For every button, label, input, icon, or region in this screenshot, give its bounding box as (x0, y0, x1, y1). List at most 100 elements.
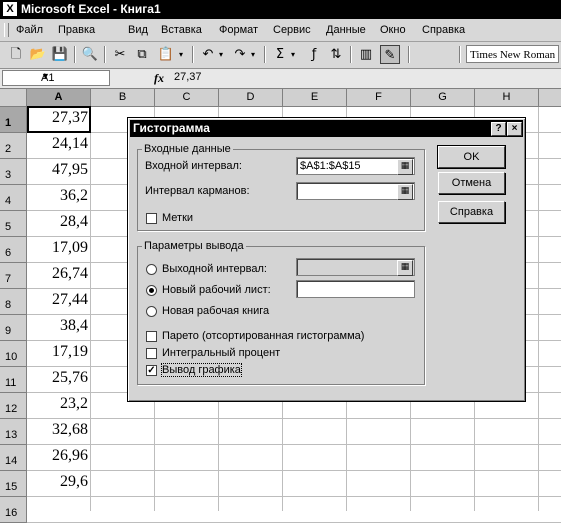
column-header-h[interactable]: H (475, 89, 539, 106)
menu-edit[interactable]: Правка (58, 24, 95, 36)
cell-a2[interactable]: 24,14 (28, 135, 90, 158)
formula-input[interactable]: 27,37 (174, 71, 202, 83)
row-header[interactable]: 12 (0, 393, 27, 419)
cumulative-percent-label[interactable]: Интегральный процент (162, 347, 280, 359)
row-header[interactable]: 14 (0, 445, 27, 471)
cell-a14[interactable]: 26,96 (28, 447, 90, 470)
drawing-icon[interactable]: ✎ (380, 45, 400, 64)
collapse-dialog-icon[interactable]: ▦ (397, 159, 413, 175)
redo-dropdown-icon[interactable]: ▾ (248, 45, 258, 64)
row-header[interactable]: 11 (0, 367, 27, 393)
paste-icon[interactable]: 📋 (156, 45, 176, 64)
chart-output-label[interactable]: Вывод графика (161, 363, 242, 377)
help-icon[interactable]: ? (491, 122, 506, 136)
copy-icon[interactable]: ⧉ (132, 45, 152, 64)
labels-checkbox[interactable] (146, 213, 157, 224)
bin-range-field[interactable]: ▦ (296, 182, 415, 200)
row-header[interactable]: 1 (0, 107, 27, 133)
output-range-label[interactable]: Выходной интервал: (162, 263, 267, 275)
new-book-radio[interactable] (146, 306, 157, 317)
collapse-dialog-icon[interactable]: ▦ (397, 260, 413, 276)
row-header[interactable]: 2 (0, 133, 27, 159)
new-sheet-label[interactable]: Новый рабочий лист: (162, 284, 271, 296)
autosum-dropdown-icon[interactable]: ▾ (288, 45, 298, 64)
output-range-field[interactable]: ▦ (296, 258, 415, 276)
collapse-dialog-icon[interactable]: ▦ (397, 184, 413, 200)
cell-a3[interactable]: 47,95 (28, 161, 90, 184)
cell-a9[interactable]: 38,4 (28, 317, 90, 340)
menu-view[interactable]: Вид (128, 24, 148, 36)
column-header-b[interactable]: B (91, 89, 155, 106)
sort-ascending-icon[interactable]: ⇅ (326, 45, 346, 64)
row-header[interactable]: 6 (0, 237, 27, 263)
cell-a7[interactable]: 26,74 (28, 265, 90, 288)
new-document-icon[interactable]: 🗋 (6, 45, 26, 64)
cell-a10[interactable]: 17,19 (28, 343, 90, 366)
new-book-label[interactable]: Новая рабочая книга (162, 305, 269, 317)
cell-a15[interactable]: 29,6 (28, 473, 90, 496)
pareto-label[interactable]: Парето (отсортированная гистограмма) (162, 330, 364, 342)
chevron-down-icon[interactable]: ▼ (41, 71, 107, 81)
undo-dropdown-icon[interactable]: ▾ (216, 45, 226, 64)
column-header-partial[interactable] (539, 89, 561, 106)
row-header[interactable]: 3 (0, 159, 27, 185)
chart-output-checkbox[interactable]: ✓ (146, 365, 157, 376)
row-header[interactable]: 10 (0, 341, 27, 367)
font-name-box[interactable]: Times New Roman (466, 45, 559, 63)
excel-icon[interactable]: X (3, 2, 17, 16)
menu-file[interactable]: Файл (16, 24, 43, 36)
cell-a12[interactable]: 23,2 (28, 395, 90, 418)
row-header[interactable]: 9 (0, 315, 27, 341)
name-box[interactable]: A1 ▼ (2, 70, 110, 86)
cut-icon[interactable]: ✂ (110, 45, 130, 64)
cell-a13[interactable]: 32,68 (28, 421, 90, 444)
paste-dropdown-icon[interactable]: ▾ (176, 45, 186, 64)
open-folder-icon[interactable]: 📂 (28, 45, 48, 64)
labels-label[interactable]: Метки (162, 212, 193, 224)
row-header[interactable]: 5 (0, 211, 27, 237)
new-sheet-radio[interactable] (146, 285, 157, 296)
select-all-corner[interactable] (0, 89, 27, 106)
column-header-c[interactable]: C (155, 89, 219, 106)
row-header[interactable]: 16 (0, 497, 27, 523)
row-header[interactable]: 4 (0, 185, 27, 211)
cumulative-percent-checkbox[interactable] (146, 348, 157, 359)
row-header[interactable]: 8 (0, 289, 27, 315)
output-range-radio[interactable] (146, 264, 157, 275)
menu-format[interactable]: Формат (219, 24, 258, 36)
menu-insert[interactable]: Вставка (161, 24, 202, 36)
row-header[interactable]: 13 (0, 419, 27, 445)
ok-button[interactable]: OK (437, 145, 506, 169)
close-icon[interactable]: × (507, 122, 522, 136)
row-header[interactable]: 15 (0, 471, 27, 497)
column-header-e[interactable]: E (283, 89, 347, 106)
input-range-field[interactable]: $A$1:$A$15 ▦ (296, 157, 415, 175)
cell-a8[interactable]: 27,44 (28, 291, 90, 314)
cell-a11[interactable]: 25,76 (28, 369, 90, 392)
menu-grip-icon (4, 23, 9, 37)
redo-icon[interactable]: ↷ (230, 45, 250, 64)
insert-function-fx-icon[interactable]: fx (154, 71, 164, 86)
menu-data[interactable]: Данные (326, 24, 366, 36)
cancel-button[interactable]: Отмена (438, 172, 505, 194)
column-header-d[interactable]: D (219, 89, 283, 106)
column-header-f[interactable]: F (347, 89, 411, 106)
pareto-checkbox[interactable] (146, 331, 157, 342)
menu-tools[interactable]: Сервис (273, 24, 311, 36)
cell-a5[interactable]: 28,4 (28, 213, 90, 236)
menu-help[interactable]: Справка (422, 24, 465, 36)
chart-wizard-icon[interactable]: ▥ (356, 45, 376, 64)
save-icon[interactable]: 💾 (50, 45, 70, 64)
column-header-g[interactable]: G (411, 89, 475, 106)
row-header[interactable]: 7 (0, 263, 27, 289)
cell-a4[interactable]: 36,2 (28, 187, 90, 210)
column-header-a[interactable]: A (27, 89, 91, 106)
menu-window[interactable]: Окно (380, 24, 406, 36)
autosum-icon[interactable]: Σ (270, 45, 290, 64)
print-preview-icon[interactable]: 🔍 (80, 45, 100, 64)
cell-a6[interactable]: 17,09 (28, 239, 90, 262)
undo-icon[interactable]: ↶ (198, 45, 218, 64)
insert-function-icon[interactable]: ƒ (304, 45, 324, 64)
new-sheet-name-field[interactable] (296, 280, 415, 298)
help-button[interactable]: Справка (438, 201, 505, 223)
